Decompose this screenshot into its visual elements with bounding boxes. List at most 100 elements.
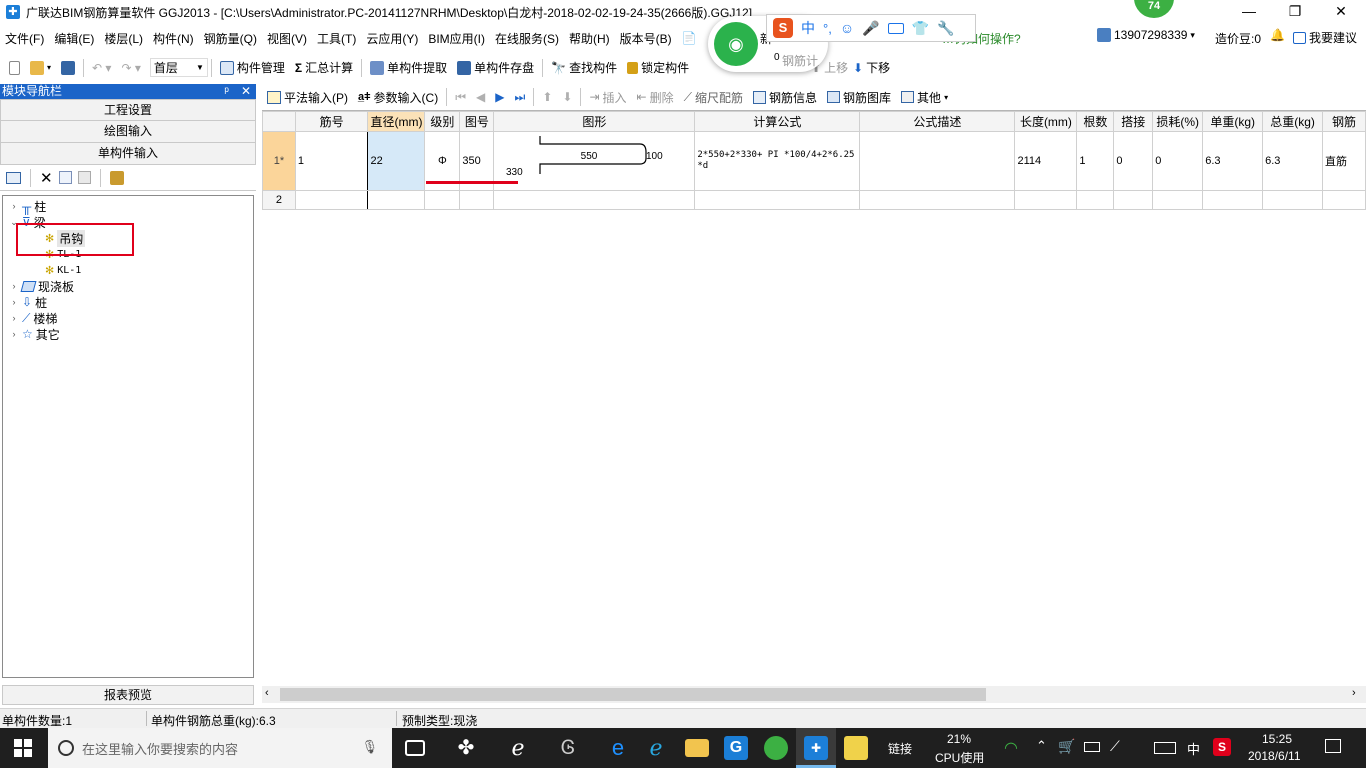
glodon-g-icon[interactable]: G (724, 736, 748, 760)
menu-tools[interactable]: 工具(T) (312, 30, 361, 47)
delete-icon[interactable]: ✕ (40, 169, 53, 187)
chevron-right-icon[interactable]: › (9, 329, 19, 339)
punctuation-icon[interactable]: °, (823, 21, 832, 36)
cell-description[interactable] (859, 190, 1016, 210)
minimize-button[interactable]: — (1226, 0, 1272, 24)
header-total-weight[interactable]: 总重(kg) (1262, 111, 1324, 132)
last-record-icon[interactable]: ⏭ (510, 86, 531, 108)
menu-floor[interactable]: 楼层(L) (99, 30, 148, 47)
clock-time[interactable]: 15:25 (1262, 732, 1292, 746)
header-formula[interactable]: 计算公式 (694, 111, 861, 132)
tree-node-other[interactable]: › ☆ 其它 (9, 326, 60, 342)
param-input-button[interactable]: a̲ǂ 参数输入(C) (353, 86, 443, 108)
save-icon[interactable] (56, 57, 80, 79)
cell-shape[interactable]: 550 100 330 (493, 131, 696, 191)
header-count[interactable]: 根数 (1076, 111, 1115, 132)
cell-count[interactable] (1076, 190, 1115, 210)
file-explorer-icon[interactable] (685, 739, 709, 757)
cell-total-weight[interactable]: 6.3 (1262, 131, 1324, 191)
menu-file[interactable]: 文件(F) (0, 30, 49, 47)
clock-date[interactable]: 2018/6/11 (1248, 749, 1301, 763)
single-save-button[interactable]: 单构件存盘 (452, 57, 539, 79)
ie-blue-icon[interactable]: ℯ (644, 736, 668, 760)
ime-chinese-mode[interactable]: 中 (801, 18, 815, 38)
cell-formula[interactable] (694, 190, 861, 210)
horizontal-scrollbar[interactable]: ‹ › (262, 686, 1366, 703)
cell-formula[interactable]: 2*550+2*330+ PI *100/4+2*6.25*d (694, 131, 861, 191)
notepad-app-icon[interactable] (844, 736, 868, 760)
undo-icon[interactable]: ↶ ▾ (87, 57, 116, 79)
spiral-app-icon[interactable]: Ꮆ (556, 736, 580, 760)
first-record-icon[interactable]: ⏮ (450, 86, 471, 108)
close-button[interactable]: ✕ (1318, 0, 1364, 24)
suggest-button[interactable]: 我要建议 (1293, 29, 1357, 46)
cell-rebar-type[interactable]: 直筋 (1322, 131, 1366, 191)
new-icon[interactable]: 📄 (677, 31, 702, 45)
fan-app-icon[interactable]: ✤ (454, 736, 478, 760)
cell-unit-weight[interactable]: 6.3 (1202, 131, 1264, 191)
menu-bim[interactable]: BIM应用(I) (423, 30, 490, 47)
cell-shape-no[interactable] (459, 190, 495, 210)
menu-view[interactable]: 视图(V) (262, 30, 312, 47)
ggj-app-icon[interactable]: ✚ (804, 736, 828, 760)
rebar-info-button[interactable]: 钢筋信息 (748, 86, 822, 108)
chevron-right-icon[interactable]: › (9, 201, 19, 211)
skin-icon[interactable]: 👕 (912, 20, 929, 37)
tree-node-stair[interactable]: › ⟋ 楼梯 (9, 310, 58, 326)
cell-diameter[interactable]: 22 (367, 131, 426, 191)
user-account[interactable]: 13907298339 ▾ (1097, 28, 1195, 42)
paste-icon[interactable] (77, 171, 91, 184)
scroll-left-icon[interactable]: ‹ (265, 687, 269, 699)
header-bar-no[interactable]: 筋号 (294, 111, 369, 132)
chevron-right-icon[interactable]: › (9, 297, 19, 307)
cost-beans[interactable]: 造价豆:0 (1215, 30, 1261, 47)
menu-rebar-qty[interactable]: 钢筋量(Q) (199, 30, 262, 47)
green-app-icon[interactable] (764, 736, 788, 760)
header-lap[interactable]: 搭接 (1113, 111, 1154, 132)
table-row[interactable]: 2 (262, 190, 1366, 210)
other-dropdown[interactable]: 其他 ▾ (896, 86, 953, 108)
network-icon[interactable]: ⟋ (1110, 738, 1120, 755)
ime-indicator[interactable]: 中 (1187, 739, 1200, 758)
menu-component[interactable]: 构件(N) (148, 30, 199, 47)
header-length[interactable]: 长度(mm) (1014, 111, 1078, 132)
cell-bar-no[interactable]: 1 (294, 131, 369, 191)
cell-rebar-type[interactable] (1322, 190, 1366, 210)
cell-diameter[interactable] (367, 190, 426, 210)
close-icon[interactable]: ✕ (241, 84, 251, 99)
row-index[interactable]: 2 (262, 190, 296, 210)
component-manage-button[interactable]: 构件管理 (215, 57, 290, 79)
cell-length[interactable] (1014, 190, 1078, 210)
flat-input-button[interactable]: 平法输入(P) (262, 86, 353, 108)
row-down-icon[interactable]: ⬇ (557, 86, 577, 108)
cell-bar-no[interactable] (294, 190, 369, 210)
wifi-tray-icon[interactable]: ◠ (1004, 738, 1018, 758)
menu-edit[interactable]: 编辑(E) (49, 30, 99, 47)
cell-lap[interactable] (1113, 190, 1154, 210)
find-component-button[interactable]: 🔭 查找构件 (546, 57, 622, 79)
chevron-up-icon[interactable]: ⌃ (1036, 738, 1047, 754)
copy-icon[interactable] (58, 171, 72, 184)
header-grade[interactable]: 级别 (424, 111, 461, 132)
cell-lap[interactable]: 0 (1113, 131, 1154, 191)
open-folder-icon[interactable]: ▾ (25, 57, 56, 79)
cell-shape[interactable] (493, 190, 696, 210)
delete-button[interactable]: ⇤ 删除 (632, 86, 679, 108)
cell-length[interactable]: 2114 (1014, 131, 1078, 191)
cell-description[interactable] (859, 131, 1016, 191)
menu-version[interactable]: 版本号(B) (615, 30, 677, 47)
notifications-icon[interactable] (1325, 739, 1341, 753)
restore-button[interactable]: ❐ (1272, 0, 1318, 24)
bell-icon[interactable]: 🔔 (1270, 28, 1285, 42)
emoji-icon[interactable]: ☺ (840, 20, 854, 36)
menu-online[interactable]: 在线服务(S) (490, 30, 564, 47)
cell-grade[interactable] (424, 190, 461, 210)
chevron-right-icon[interactable]: › (9, 313, 19, 323)
header-loss[interactable]: 损耗(%) (1152, 111, 1204, 132)
windows-start-icon[interactable] (14, 739, 32, 757)
nav-section-report-preview[interactable]: 报表预览 (2, 685, 254, 705)
menu-cloud[interactable]: 云应用(Y) (361, 30, 423, 47)
sogou-ime-toolbar[interactable]: S 中 °, ☺ 🎤 👕 🔧 (766, 14, 976, 42)
sogou-tray-icon[interactable]: S (1213, 738, 1231, 756)
sum-calc-button[interactable]: Σ 汇总计算 (290, 57, 358, 79)
